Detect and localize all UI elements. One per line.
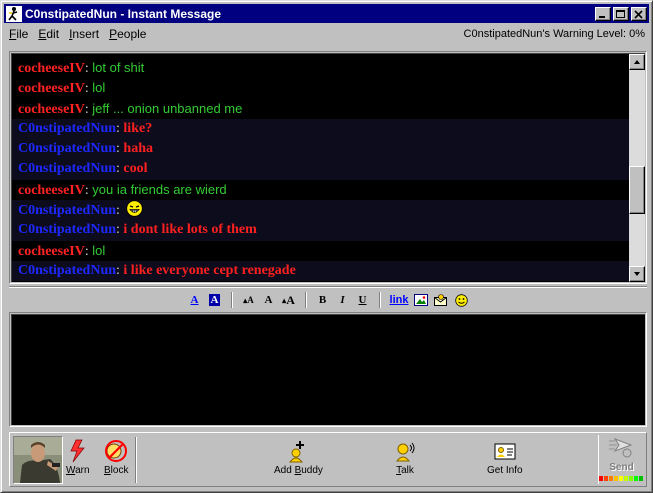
warn-button[interactable]: Warn — [66, 439, 90, 476]
aim-running-man-icon[interactable] — [6, 5, 22, 22]
send-button[interactable]: Send — [598, 435, 644, 484]
menu-edit[interactable]: Edit — [33, 27, 64, 41]
message-sender[interactable]: C0nstipatedNun — [18, 203, 116, 218]
title-bar[interactable]: C0nstipatedNun - Instant Message — [4, 4, 649, 23]
message-sender[interactable]: cocheeseIV — [18, 61, 85, 76]
warn-lightning-icon — [70, 439, 85, 463]
info-card-icon — [494, 443, 516, 460]
chat-message: cocheeseIV: lot of shit — [18, 60, 145, 76]
bottom-toolbar: Warn Block Add Buddy Talk Get Info Send — [9, 432, 647, 487]
message-text: lot of shit — [92, 60, 145, 75]
text-color-button[interactable]: A — [185, 291, 205, 309]
message-text: haha — [123, 141, 153, 157]
grin-smiley-icon — [126, 200, 144, 217]
pane-splitter[interactable] — [9, 286, 647, 288]
message-sender[interactable]: C0nstipatedNun — [18, 121, 116, 136]
menu-insert[interactable]: Insert — [64, 27, 104, 41]
message-sender[interactable]: cocheeseIV — [18, 81, 85, 96]
message-text: like? — [123, 120, 153, 136]
insert-link-button[interactable]: link — [387, 291, 412, 309]
scroll-thumb[interactable] — [629, 166, 645, 214]
smiley-icon — [455, 293, 468, 307]
chat-message: cocheeseIV: lol — [18, 242, 106, 259]
chat-message: cocheeseIV: lol — [18, 80, 106, 97]
increase-font-button[interactable]: ▴ A — [279, 291, 299, 309]
arrow-down-icon — [634, 272, 640, 276]
message-sender[interactable]: cocheeseIV — [18, 183, 85, 198]
window-title: C0nstipatedNun - Instant Message — [25, 6, 222, 21]
message-sender[interactable]: C0nstipatedNun — [18, 222, 116, 237]
chat-scrollbar[interactable] — [629, 54, 645, 282]
italic-button[interactable]: I — [333, 291, 353, 309]
im-window: C0nstipatedNun - Instant Message File Ed… — [0, 0, 653, 493]
buddy-icon-avatar[interactable] — [13, 436, 63, 484]
minimize-icon — [599, 15, 605, 18]
chat-message: C0nstipatedNun: cool — [12, 159, 630, 180]
message-text: cool — [123, 161, 148, 177]
menu-people[interactable]: People — [104, 27, 151, 41]
get-info-button[interactable]: Get Info — [487, 439, 523, 476]
message-text: jeff ... onion unbanned me — [92, 100, 243, 116]
chat-message: C0nstipatedNun: i dont like lots of them — [12, 220, 630, 241]
message-sender[interactable]: cocheeseIV — [18, 244, 85, 259]
add-buddy-button[interactable]: Add Buddy — [274, 439, 323, 476]
talk-icon — [395, 442, 415, 462]
minimize-button[interactable] — [595, 6, 611, 21]
message-text: i dont like lots of them — [123, 222, 257, 238]
chat-message: C0nstipatedNun: i like everyone cept ren… — [12, 260, 630, 282]
message-text: you ia friends are wierd — [92, 181, 227, 197]
message-text: i like everyone cept renegade — [123, 262, 296, 278]
compose-textarea[interactable] — [11, 314, 645, 425]
chat-message: C0nstipatedNun: — [12, 200, 630, 221]
maximize-button[interactable] — [613, 6, 629, 21]
scroll-up-button[interactable] — [629, 54, 645, 70]
maximize-icon — [616, 9, 625, 18]
email-icon — [434, 294, 448, 306]
close-icon — [634, 9, 643, 19]
talk-button[interactable]: Talk — [394, 439, 416, 476]
block-button[interactable]: Block — [104, 439, 128, 476]
send-icon — [608, 437, 632, 458]
close-button[interactable] — [631, 6, 647, 21]
arrow-up-icon — [634, 60, 640, 64]
underline-button[interactable]: U — [353, 291, 373, 309]
decrease-font-button[interactable]: ▴ A — [239, 291, 259, 309]
warning-meter — [599, 476, 644, 481]
background-color-button[interactable]: A — [205, 291, 225, 309]
message-text: lol — [92, 242, 106, 258]
message-compose-box[interactable] — [9, 312, 647, 427]
normal-font-button[interactable]: A — [259, 291, 279, 309]
chat-message: C0nstipatedNun: haha — [12, 139, 630, 160]
chat-message: cocheeseIV: jeff ... onion unbanned me — [18, 100, 243, 117]
insert-smiley-button[interactable] — [451, 291, 471, 309]
insert-mail-button[interactable] — [431, 291, 451, 309]
chat-message: cocheeseIV: you ia friends are wierd — [18, 181, 227, 198]
message-sender[interactable]: C0nstipatedNun — [18, 141, 116, 156]
warning-level: C0nstipatedNun's Warning Level: 0% — [463, 28, 645, 40]
bold-button[interactable]: B — [313, 291, 333, 309]
image-icon — [414, 294, 429, 306]
message-text: lol — [92, 80, 106, 96]
menu-file[interactable]: File — [4, 27, 33, 41]
message-sender[interactable]: cocheeseIV — [18, 102, 85, 117]
chat-message: C0nstipatedNun: like? — [12, 118, 630, 140]
chat-log: cocheeseIV: lot of shit cocheeseIV: lol co… — [12, 54, 630, 282]
scroll-down-button[interactable] — [629, 266, 645, 282]
format-toolbar: A A ▴ A A ▴ A B I U link — [9, 290, 647, 310]
add-buddy-icon — [289, 441, 305, 463]
block-icon — [105, 440, 128, 462]
message-sender[interactable]: C0nstipatedNun — [18, 263, 116, 278]
conversation-pane[interactable]: cocheeseIV: lot of shit cocheeseIV: lol co… — [9, 51, 647, 284]
menu-bar: File Edit Insert People C0nstipatedNun's… — [4, 24, 649, 44]
message-sender[interactable]: C0nstipatedNun — [18, 161, 116, 176]
insert-image-button[interactable] — [411, 291, 431, 309]
